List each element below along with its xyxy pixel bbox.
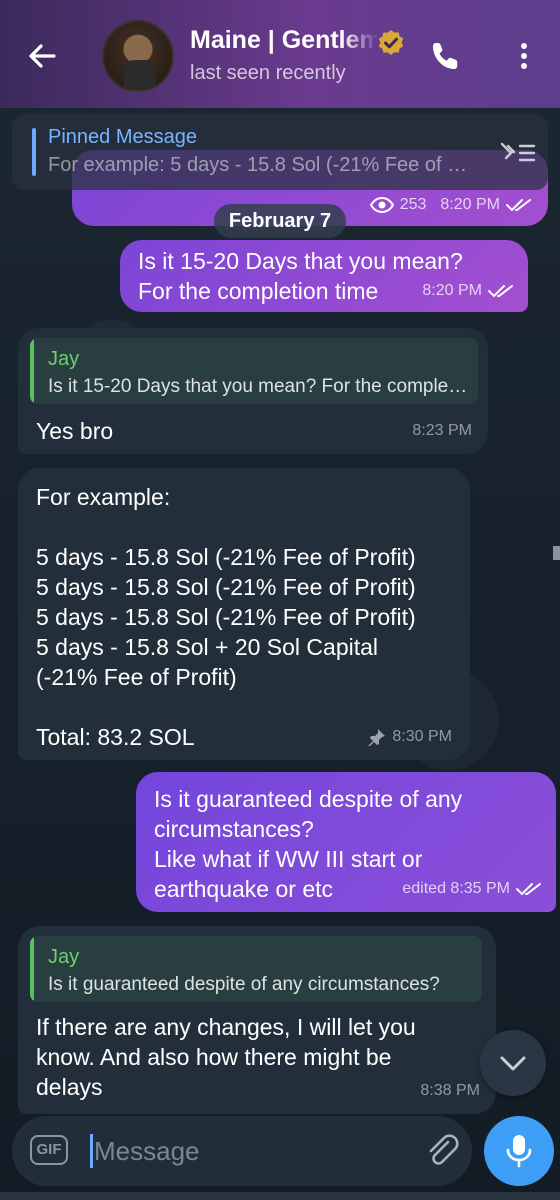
phone-icon[interactable] (430, 40, 462, 72)
message-meta: 8:23 PM (412, 416, 472, 446)
message-bubble-incoming[interactable]: Jay Is it 15-20 Days that you mean? For … (18, 328, 488, 454)
reply-text: Is it guaranteed despite of any circumst… (48, 974, 440, 995)
message-line: Like what if WW III start or (154, 846, 423, 872)
message-line: If there are any changes, I will let you (36, 1014, 416, 1040)
message-line: For example: (36, 484, 171, 510)
message-meta: 8:20 PM (422, 276, 514, 306)
message-body: If there are any changes, I will let you… (36, 1012, 416, 1102)
message-bubble-incoming[interactable]: For example: 5 days - 15.8 Sol (-21% Fee… (18, 468, 470, 760)
chat-title[interactable]: Maine | Gentleman (190, 26, 378, 60)
message-line: circumstances? (154, 816, 314, 842)
message-time: 8:30 PM (392, 728, 452, 745)
pin-icon (368, 729, 386, 746)
message-line: 5 days - 15.8 Sol (-21% Fee of Profit) (36, 574, 416, 600)
message-text: Yes bro (36, 418, 114, 444)
verified-badge-icon (378, 30, 404, 55)
message-meta: edited 8:35 PM (402, 874, 542, 904)
system-nav-strip (0, 1192, 560, 1200)
scroll-handle[interactable] (553, 546, 560, 560)
message-line: know. And also how there might be (36, 1044, 392, 1070)
double-check-icon (488, 285, 513, 298)
reply-quote[interactable]: Jay Is it guaranteed despite of any circ… (30, 936, 482, 1002)
views-eye-icon (369, 196, 394, 214)
date-chip: February 7 (214, 204, 346, 238)
chevron-down-icon (500, 1056, 526, 1071)
last-seen-status: last seen recently (190, 62, 346, 84)
scroll-to-bottom-button[interactable] (480, 1030, 546, 1096)
message-line (36, 512, 452, 542)
reply-quote[interactable]: Jay Is it 15-20 Days that you mean? For … (30, 338, 478, 404)
reply-indicator (30, 338, 34, 404)
back-arrow-icon[interactable] (24, 38, 60, 74)
views-count: 253 (399, 196, 427, 213)
pinned-message-bar[interactable]: Pinned Message For example: 5 days - 15.… (12, 114, 548, 190)
message-line (36, 692, 452, 722)
message-time: 8:38 PM (420, 1082, 480, 1099)
text-cursor (90, 1134, 93, 1168)
message-line: Is it guaranteed despite of any (154, 786, 463, 812)
message-line: 5 days - 15.8 Sol (-21% Fee of Profit) (36, 604, 416, 630)
paperclip-icon[interactable] (424, 1132, 460, 1170)
message-line: 5 days - 15.8 Sol + 20 Sol Capital (36, 634, 379, 660)
reply-text: Is it 15-20 Days that you mean? For the … (48, 376, 468, 397)
pinned-indicator (32, 128, 36, 176)
message-bubble-outgoing[interactable]: Is it 15-20 Days that you mean? For the … (120, 240, 528, 312)
message-meta: 8:38 PM (420, 1076, 480, 1106)
message-line: Is it 15-20 Days that you mean? (138, 248, 463, 274)
message-composer: GIF (12, 1116, 472, 1186)
message-line: delays (36, 1074, 103, 1100)
message-line: (-21% Fee of Profit) (36, 664, 237, 690)
message-meta: 8:30 PM (368, 722, 452, 752)
message-time: 8:23 PM (412, 422, 472, 439)
pinned-label: Pinned Message (48, 126, 197, 148)
message-bubble-outgoing[interactable]: Is it guaranteed despite of any circumst… (136, 772, 556, 912)
message-bubble-incoming[interactable]: Jay Is it guaranteed despite of any circ… (18, 926, 496, 1114)
microphone-button[interactable] (484, 1116, 554, 1186)
chat-header: Maine | Gentleman last seen recently (0, 0, 560, 108)
reply-indicator (30, 936, 34, 1002)
pinned-text: For example: 5 days - 15.8 Sol (-21% Fee… (48, 154, 468, 176)
message-line: 5 days - 15.8 Sol (-21% Fee of Profit) (36, 544, 416, 570)
gif-button[interactable]: GIF (30, 1135, 68, 1165)
unpin-list-icon[interactable] (498, 136, 538, 168)
reply-author: Jay (48, 348, 80, 370)
avatar[interactable] (102, 20, 174, 92)
message-input[interactable] (94, 1128, 404, 1174)
reply-author: Jay (48, 946, 80, 968)
microphone-icon (506, 1135, 532, 1168)
message-time: edited 8:35 PM (402, 880, 510, 897)
message-time: 8:20 PM (440, 196, 500, 213)
message-meta: 253 8:20 PM (369, 190, 532, 220)
message-time: 8:20 PM (422, 282, 482, 299)
more-vert-icon[interactable] (508, 40, 540, 72)
double-check-icon (516, 883, 541, 896)
double-check-icon (506, 199, 531, 212)
